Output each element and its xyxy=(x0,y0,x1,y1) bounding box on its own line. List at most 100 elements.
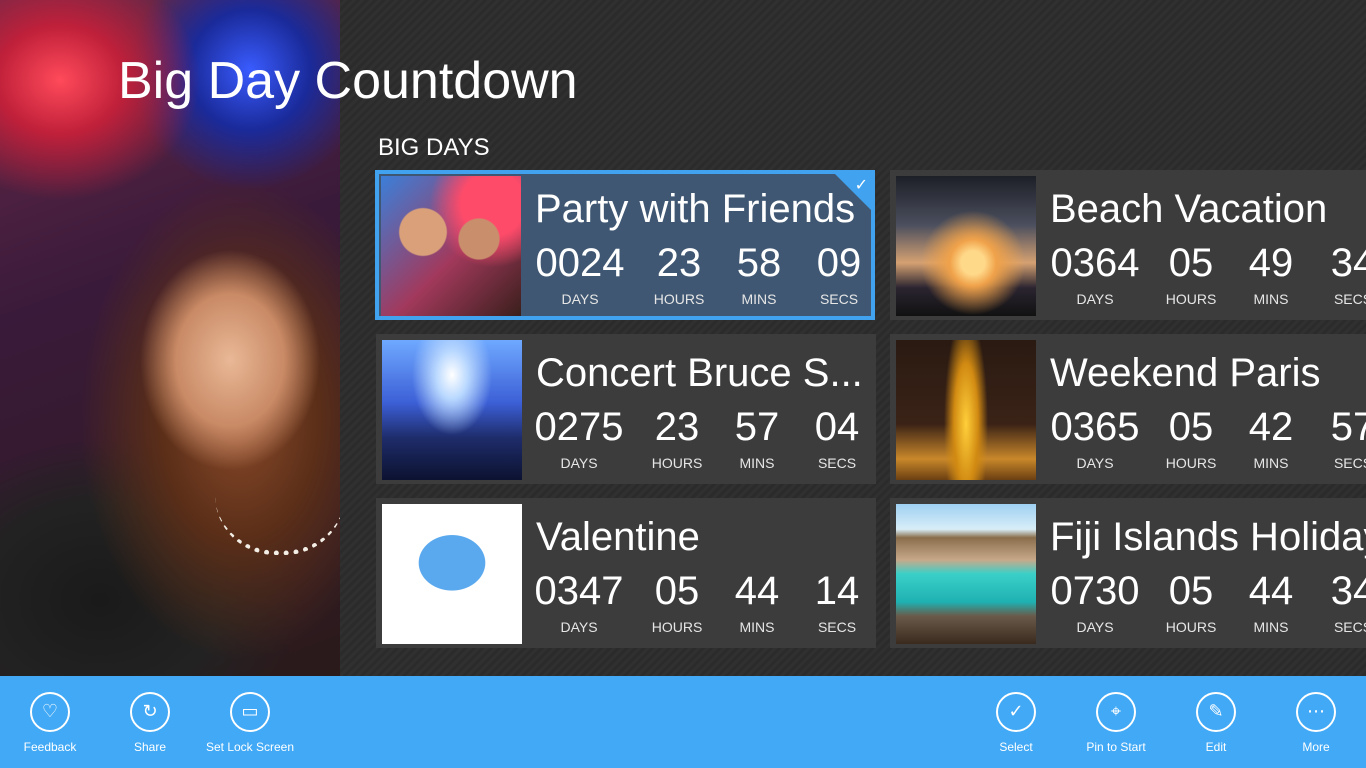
heart-cloud-photo xyxy=(382,504,522,644)
days-value: 0275 xyxy=(534,405,624,449)
pin-to-start-button[interactable]: ⌖ Pin to Start xyxy=(1066,692,1166,754)
hours-counter: 05 HOURS xyxy=(1146,404,1236,472)
secs-label: SECS xyxy=(1333,619,1366,635)
feedback-icon: ♡ xyxy=(30,692,70,732)
event-tile-party[interactable]: Party with Friends 0024 DAYS 23 HOURS 58 MI… xyxy=(375,170,875,320)
app-title: Big Day Countdown xyxy=(118,52,578,110)
event-tile-valentine[interactable]: Valentine 0347 DAYS 05 HOURS 44 MINS 14 SECS xyxy=(376,498,876,648)
share-icon: ↻ xyxy=(130,692,170,732)
secs-label: SECS xyxy=(817,619,857,635)
pin-icon: ⌖ xyxy=(1096,692,1136,732)
mins-label: MINS xyxy=(739,619,775,635)
days-label: DAYS xyxy=(560,619,598,635)
pin-to-start-label: Pin to Start xyxy=(1086,740,1146,754)
section-title: BIG DAYS xyxy=(378,134,490,161)
event-name: Party with Friends xyxy=(535,187,856,231)
hours-value: 05 xyxy=(654,569,700,613)
mins-value: 44 xyxy=(734,569,780,613)
hours-value: 05 xyxy=(1168,241,1214,285)
days-value: 0024 xyxy=(535,241,625,285)
mins-label: MINS xyxy=(1253,619,1289,635)
party-photo xyxy=(381,176,521,316)
hours-value: 05 xyxy=(1168,405,1214,449)
more-label: More xyxy=(1302,740,1330,754)
set-lock-screen-button[interactable]: ▭ Set Lock Screen xyxy=(200,692,300,754)
mins-label: MINS xyxy=(741,291,777,307)
secs-value: 34 xyxy=(1330,569,1366,613)
app-bar: ♡ Feedback ↻ Share ▭ Set Lock Screen ✓ S… xyxy=(0,676,1366,768)
edit-label: Edit xyxy=(1205,740,1227,754)
secs-counter: 34 SECS xyxy=(1308,568,1366,636)
event-name: Weekend Paris xyxy=(1050,351,1321,395)
mins-counter: 57 MINS xyxy=(712,404,802,472)
eiffel-tower-photo xyxy=(896,340,1036,480)
secs-counter: 09 SECS xyxy=(794,240,871,308)
more-button[interactable]: ⋯ More xyxy=(1266,692,1366,754)
secs-counter: 14 SECS xyxy=(792,568,876,636)
mins-label: MINS xyxy=(1253,291,1289,307)
days-value: 0730 xyxy=(1050,569,1140,613)
event-name: Valentine xyxy=(536,515,700,559)
mins-value: 49 xyxy=(1248,241,1294,285)
days-label: DAYS xyxy=(1076,291,1114,307)
check-icon: ✓ xyxy=(996,692,1036,732)
mins-counter: 42 MINS xyxy=(1226,404,1316,472)
hours-counter: 23 HOURS xyxy=(634,240,724,308)
days-value: 0364 xyxy=(1050,241,1140,285)
event-tile-fiji[interactable]: Fiji Islands Holiday 0730 DAYS 05 HOURS 44… xyxy=(890,498,1366,648)
hours-counter: 05 HOURS xyxy=(1146,568,1236,636)
mins-counter: 44 MINS xyxy=(1226,568,1316,636)
secs-value: 57 xyxy=(1330,405,1366,449)
event-name: Fiji Islands Holiday xyxy=(1050,515,1366,559)
event-tile-beach[interactable]: Beach Vacation 0364 DAYS 05 HOURS 49 MINS 3… xyxy=(890,170,1366,320)
event-name: Concert Bruce S... xyxy=(536,351,863,395)
mins-value: 58 xyxy=(736,241,782,285)
secs-label: SECS xyxy=(1333,291,1366,307)
hours-counter: 05 HOURS xyxy=(632,568,722,636)
hours-label: HOURS xyxy=(1165,619,1217,635)
secs-value: 14 xyxy=(814,569,860,613)
checkmark-icon: ✓ xyxy=(854,175,868,194)
lock-screen-icon: ▭ xyxy=(230,692,270,732)
secs-value: 04 xyxy=(814,405,860,449)
hours-label: HOURS xyxy=(1165,455,1217,471)
share-label: Share xyxy=(133,740,167,754)
secs-value: 34 xyxy=(1330,241,1366,285)
beach-hammock-photo xyxy=(896,176,1036,316)
secs-label: SECS xyxy=(817,455,857,471)
hours-label: HOURS xyxy=(651,619,703,635)
mins-label: MINS xyxy=(1253,455,1289,471)
hours-counter: 05 HOURS xyxy=(1146,240,1236,308)
hours-value: 23 xyxy=(656,241,702,285)
mins-label: MINS xyxy=(739,455,775,471)
more-icon: ⋯ xyxy=(1296,692,1336,732)
hours-counter: 23 HOURS xyxy=(632,404,722,472)
days-counter: 0347 DAYS xyxy=(534,568,624,636)
mins-value: 57 xyxy=(734,405,780,449)
feedback-button[interactable]: ♡ Feedback xyxy=(0,692,100,754)
days-label: DAYS xyxy=(561,291,599,307)
set-lock-screen-label: Set Lock Screen xyxy=(205,740,295,754)
secs-label: SECS xyxy=(819,291,859,307)
edit-button[interactable]: ✎ Edit xyxy=(1166,692,1266,754)
hours-label: HOURS xyxy=(651,455,703,471)
mins-value: 42 xyxy=(1248,405,1294,449)
mins-value: 44 xyxy=(1248,569,1294,613)
days-label: DAYS xyxy=(1076,455,1114,471)
select-button[interactable]: ✓ Select xyxy=(966,692,1066,754)
event-tile-concert[interactable]: Concert Bruce S... 0275 DAYS 23 HOURS 57 MI… xyxy=(376,334,876,484)
event-tile-paris[interactable]: Weekend Paris 0365 DAYS 05 HOURS 42 MINS 57… xyxy=(890,334,1366,484)
mins-counter: 44 MINS xyxy=(712,568,802,636)
days-value: 0347 xyxy=(534,569,624,613)
days-label: DAYS xyxy=(560,455,598,471)
secs-label: SECS xyxy=(1333,455,1366,471)
feedback-label: Feedback xyxy=(23,740,77,754)
mins-counter: 49 MINS xyxy=(1226,240,1316,308)
mins-counter: 58 MINS xyxy=(714,240,804,308)
share-button[interactable]: ↻ Share xyxy=(100,692,200,754)
hours-label: HOURS xyxy=(1165,291,1217,307)
secs-value: 09 xyxy=(816,241,862,285)
event-name: Beach Vacation xyxy=(1050,187,1328,231)
select-label: Select xyxy=(999,740,1033,754)
fiji-bungalow-photo xyxy=(896,504,1036,644)
